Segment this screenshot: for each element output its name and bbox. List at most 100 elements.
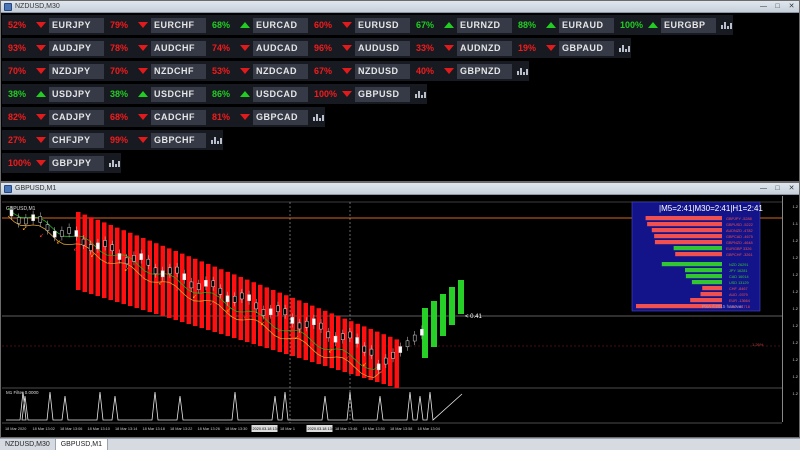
heiken-bar-red [388,336,393,386]
arrow-down-icon [240,45,250,51]
close-button[interactable]: ✕ [785,184,798,194]
chart-bars-icon[interactable] [517,67,529,75]
minimize-button[interactable]: — [757,2,770,12]
pair-cell: 60% EURUSD [308,15,410,35]
pair-label[interactable]: GBPCAD [253,109,308,125]
arrow-down-icon [138,22,148,28]
strength-percent: 79% [110,20,129,30]
chart-bars-icon[interactable] [415,90,427,98]
strength-percent: 86% [212,89,231,99]
price-tick-label: 1.2 [792,340,798,345]
arrow-down-icon [444,68,454,74]
pair-label[interactable]: NZDJPY [49,63,104,79]
pair-label[interactable]: NZDUSD [355,63,410,79]
arrow-up-icon [138,91,148,97]
pair-label[interactable]: EURAUD [559,17,614,33]
strength-percent: 40% [416,66,435,76]
tab-nzdusd-m30[interactable]: NZDUSD,M30 [0,439,56,450]
time-axis-label: 18 Mar 13:46 [335,427,357,431]
arrow-down-icon [36,45,46,51]
pair-label[interactable]: GBPCHF [151,132,206,148]
time-axis-label: 18 Mar 13:06 [60,427,82,431]
bottom-window-title: GBPUSD,M1 [15,185,57,192]
top-window-titlebar[interactable]: NZDUSD,M30 — □ ✕ [1,1,799,13]
price-scale[interactable]: 1.2 1.1 1.2 1.2 1.2 1.2 1.2 1.2 1.2 1.2 1.2 1.2 [782,196,799,422]
arrow-down-icon [138,137,148,143]
candle-body [211,280,215,288]
pair-label[interactable]: AUDNZD [457,40,512,56]
candle-body [139,253,143,260]
chart-bars-icon[interactable] [619,44,631,52]
pair-label[interactable]: NZDCAD [253,63,308,79]
signal-arrow-icon: ↙ [294,334,299,341]
pair-cell: 88% EURAUD [512,15,614,35]
pair-strength-label: GBPNZD -4648 [726,241,753,245]
pair-cell: 68% EURCAD [206,15,308,35]
time-axis-label: 18 Mar 1 [280,427,295,431]
pair-cell: 38% USDCHF [104,84,206,104]
strength-row: 100% GBPJPY [2,153,121,173]
heiken-bar-red [310,305,315,362]
price-tick-label: 1.2 [792,289,798,294]
maximize-button[interactable]: □ [771,184,784,194]
current-price-label: < 0.41 [465,314,483,320]
arrow-up-icon [36,91,46,97]
pair-label[interactable]: GBPNZD [457,63,512,79]
candle-body [232,296,237,303]
bottom-window-titlebar[interactable]: GBPUSD,M1 — □ ✕ [1,183,799,195]
pair-label[interactable]: GBPJPY [49,155,104,171]
arrow-down-icon [36,68,46,74]
pair-strength-bar [654,234,722,239]
currency-strength-label: USD 13129 [729,281,749,285]
candle-body [369,348,374,356]
candle-body [45,224,50,231]
pair-label[interactable]: NZDCHF [151,63,206,79]
candle-body [319,322,323,330]
candle-body [117,253,122,260]
time-axis-label: 18 Mar 13:02 [33,427,55,431]
pair-label[interactable]: GBPAUD [559,40,614,56]
strength-percent: 38% [8,89,27,99]
pair-label[interactable]: EURCHF [151,17,206,33]
pair-label[interactable]: EURJPY [49,17,104,33]
pair-label[interactable]: CADCHF [151,109,206,125]
candle-body [96,242,100,250]
pair-strength-bar [673,246,722,251]
pair-label[interactable]: CHFJPY [49,132,104,148]
heiken-bar-red [238,277,243,340]
time-axis-label: 18 Mar 13:30 [225,427,247,431]
candle-body [261,309,266,316]
arrow-down-icon [138,114,148,120]
signal-arrow-icon: ↙ [243,313,248,320]
signal-arrow-icon: ↙ [22,225,27,232]
pair-label[interactable]: USDCAD [253,86,308,102]
pair-label[interactable]: AUDCHF [151,40,206,56]
pair-label[interactable]: AUDCAD [253,40,308,56]
pair-label[interactable]: AUDUSD [355,40,410,56]
arrow-up-icon [240,22,250,28]
strength-percent: 93% [8,43,27,53]
chart-bars-icon[interactable] [211,136,223,144]
minimize-button[interactable]: — [757,184,770,194]
heiken-bar-red [147,240,152,312]
pair-label[interactable]: EURGBP [661,17,716,33]
pair-label[interactable]: EURUSD [355,17,410,33]
pair-label[interactable]: AUDJPY [49,40,104,56]
strength-percent: 60% [314,20,333,30]
close-button[interactable]: ✕ [785,2,798,12]
pair-strength-bar [675,252,722,257]
chart-bars-icon[interactable] [313,113,325,121]
pair-label[interactable]: EURCAD [253,17,308,33]
tab-gbpusd-m1[interactable]: GBPUSD,M1 [55,439,108,450]
pair-label[interactable]: USDCHF [151,86,206,102]
pair-label[interactable]: EURNZD [457,17,512,33]
chart-bars-icon[interactable] [109,159,121,167]
pair-label[interactable]: GBPUSD [355,86,410,102]
arrow-down-icon [444,45,454,51]
pair-label[interactable]: USDJPY [49,86,104,102]
maximize-button[interactable]: □ [771,2,784,12]
pair-label[interactable]: CADJPY [49,109,104,125]
price-chart[interactable]: GBPUSD,M1↙↙↙↙↙↙↙↙↙↙↙↙↙↙↙↙↙↙↙↙↙↙< 0.411.2… [2,196,782,436]
chart-bars-icon[interactable] [721,21,733,29]
price-tick-label: 1.2 [792,357,798,362]
